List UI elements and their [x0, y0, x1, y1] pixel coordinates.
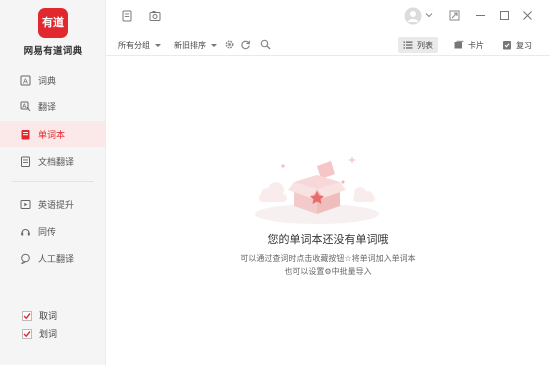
select-translate-toggle[interactable]: 划词 [22, 327, 57, 340]
chevron-down-icon[interactable] [425, 11, 433, 19]
select-translate-label: 划词 [39, 330, 58, 340]
dictionary-icon: A [20, 75, 31, 86]
search-icon[interactable] [260, 39, 271, 50]
translate-icon: A [20, 101, 31, 112]
close-button[interactable] [521, 9, 533, 21]
refresh-icon[interactable] [240, 39, 251, 50]
card-icon [454, 40, 464, 50]
notes-icon[interactable] [120, 9, 133, 22]
minimize-button[interactable] [474, 9, 486, 21]
sidebar: 有道 网易有道词典 A 词典 A 翻译 单词本 文档翻译 英语提升 同传 人工翻… [0, 0, 106, 365]
sidebar-item-wordbook[interactable]: 单词本 [0, 121, 106, 147]
auto-lookup-toggle[interactable]: 取词 [22, 309, 57, 322]
sidebar-item-label: 英语提升 [38, 200, 75, 211]
group-filter-dropdown[interactable]: 所有分组 [118, 40, 161, 51]
auto-lookup-label: 取词 [39, 312, 58, 322]
list-icon [403, 40, 413, 50]
settings-gear-icon[interactable] [224, 39, 235, 50]
sidebar-divider [12, 181, 94, 182]
human-translation-icon [20, 253, 31, 264]
empty-box-illustration [245, 148, 385, 233]
sidebar-item-label: 同传 [38, 227, 57, 238]
checkbox-checked-icon[interactable] [22, 310, 32, 321]
sidebar-item-label: 人工翻译 [38, 254, 75, 265]
sidebar-item-label: 文档翻译 [38, 157, 75, 168]
sidebar-item-label: 单词本 [38, 130, 66, 141]
simultaneous-interpretation-icon [20, 226, 31, 237]
app-name: 网易有道词典 [23, 46, 83, 57]
sidebar-item-english-course[interactable]: 英语提升 [0, 191, 106, 217]
document-translate-icon [20, 156, 31, 167]
wordbook-toolbar: 所有分组 新旧排序 列表 卡片 复习 [106, 34, 550, 56]
view-list-button[interactable]: 列表 [398, 37, 438, 53]
app-logo: 有道 [38, 8, 68, 38]
review-icon [502, 40, 512, 50]
empty-state-hint-import: 也可以设置⚙中批量导入 [284, 267, 372, 276]
sidebar-item-document-translate[interactable]: 文档翻译 [0, 148, 106, 174]
checkbox-checked-icon[interactable] [22, 328, 32, 339]
view-card-button[interactable]: 卡片 [449, 37, 489, 53]
view-card-label: 卡片 [468, 40, 484, 50]
maximize-button[interactable] [498, 9, 510, 21]
review-button[interactable]: 复习 [497, 37, 537, 53]
english-course-icon [20, 199, 31, 210]
mini-mode-button[interactable] [448, 9, 460, 21]
review-label: 复习 [516, 40, 532, 50]
avatar[interactable] [403, 6, 423, 26]
svg-text:A: A [23, 77, 28, 85]
app-brand: 有道 网易有道词典 [0, 8, 106, 57]
sort-dropdown[interactable]: 新旧排序 [174, 40, 217, 51]
sidebar-item-dictionary[interactable]: A 词典 [0, 67, 106, 93]
sidebar-item-label: 翻译 [38, 102, 57, 113]
sidebar-item-simultaneous-interpretation[interactable]: 同传 [0, 218, 106, 244]
sort-value: 新旧排序 [174, 41, 206, 50]
sidebar-item-label: 词典 [38, 76, 57, 87]
group-filter-value: 所有分组 [118, 41, 150, 50]
empty-state-hint: 可以通过查词时点击收藏按钮☆将单词加入单词本 [240, 254, 416, 263]
caret-down-icon [211, 44, 217, 47]
sidebar-item-human-translation[interactable]: 人工翻译 [0, 245, 106, 271]
empty-state-title: 您的单词本还没有单词哦 [267, 233, 389, 246]
title-bar [106, 0, 550, 32]
screenshot-translate-icon[interactable] [148, 9, 161, 22]
caret-down-icon [155, 44, 161, 47]
wordbook-icon [20, 129, 31, 140]
view-list-label: 列表 [417, 40, 433, 50]
sidebar-item-translate[interactable]: A 翻译 [0, 93, 106, 119]
